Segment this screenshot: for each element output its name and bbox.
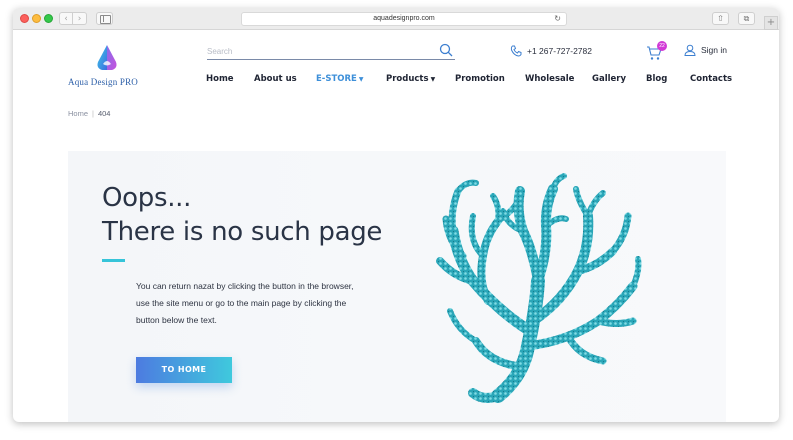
logo-text: Aqua Design PRO	[68, 77, 138, 87]
signin-label: Sign in	[701, 45, 727, 55]
chevron-down-icon: ▼	[358, 76, 364, 83]
nav-item-contacts[interactable]: Contacts	[690, 74, 732, 84]
coral-image	[436, 173, 642, 403]
phone-icon	[510, 45, 522, 57]
user-icon	[684, 44, 696, 56]
signin-link[interactable]: Sign in	[684, 44, 727, 56]
share-icon[interactable]: ⇧	[712, 12, 729, 25]
nav-item-products[interactable]: Products ▼	[386, 74, 435, 84]
error-description: You can return nazat by clicking the but…	[136, 281, 354, 325]
nav-item-promotion[interactable]: Promotion	[455, 74, 505, 84]
cart-button[interactable]: 22	[646, 41, 667, 60]
plus-icon[interactable]: +	[764, 16, 778, 30]
nav-item-e-store[interactable]: E-STORE ▼	[316, 74, 363, 84]
sidebar-icon[interactable]	[96, 12, 113, 25]
to-home-button[interactable]: TO HOME	[136, 357, 232, 383]
minimize-window-button[interactable]	[32, 14, 41, 23]
chevron-down-icon: ▼	[430, 76, 436, 83]
breadcrumb-separator: |	[92, 109, 94, 118]
breadcrumb-current: 404	[97, 109, 111, 118]
browser-window: ‹ › aquadesignpro.com ↻ ⇧ ⧉ + Aqua Desig…	[13, 8, 779, 422]
cart-count-badge: 22	[657, 41, 667, 51]
reload-icon[interactable]: ↻	[554, 13, 561, 25]
error-hero: Oops... There is no such page You can re…	[68, 151, 726, 422]
search-icon[interactable]	[439, 43, 453, 57]
error-title-line2: There is no such page	[102, 217, 383, 247]
nav-item-gallery[interactable]: Gallery	[592, 74, 626, 84]
search-box	[207, 43, 455, 60]
back-arrow-icon[interactable]: ‹	[59, 12, 73, 25]
address-bar[interactable]: aquadesignpro.com ↻	[241, 12, 567, 26]
error-title-line1: Oops...	[102, 183, 192, 213]
nav-item-wholesale[interactable]: Wholesale	[525, 74, 574, 84]
logo-mark-icon	[97, 45, 117, 70]
browser-toolbar: ‹ › aquadesignpro.com ↻ ⇧ ⧉	[13, 8, 779, 30]
phone-number: +1 267-727-2782	[527, 46, 592, 56]
phone-link[interactable]: +1 267-727-2782	[510, 45, 592, 57]
search-input[interactable]	[207, 43, 427, 59]
close-window-button[interactable]	[20, 14, 29, 23]
nav-item-home[interactable]: Home	[206, 74, 234, 84]
breadcrumb-home[interactable]: Home	[68, 109, 88, 118]
maximize-window-button[interactable]	[44, 14, 53, 23]
breadcrumb: Home | 404	[68, 109, 110, 118]
nav-item-blog[interactable]: Blog	[646, 74, 667, 84]
tabs-icon[interactable]: ⧉	[738, 12, 755, 25]
nav-item-about-us[interactable]: About us	[254, 74, 297, 84]
forward-arrow-icon[interactable]: ›	[73, 12, 87, 25]
url-text: aquadesignpro.com	[373, 15, 435, 22]
accent-divider	[102, 259, 125, 262]
